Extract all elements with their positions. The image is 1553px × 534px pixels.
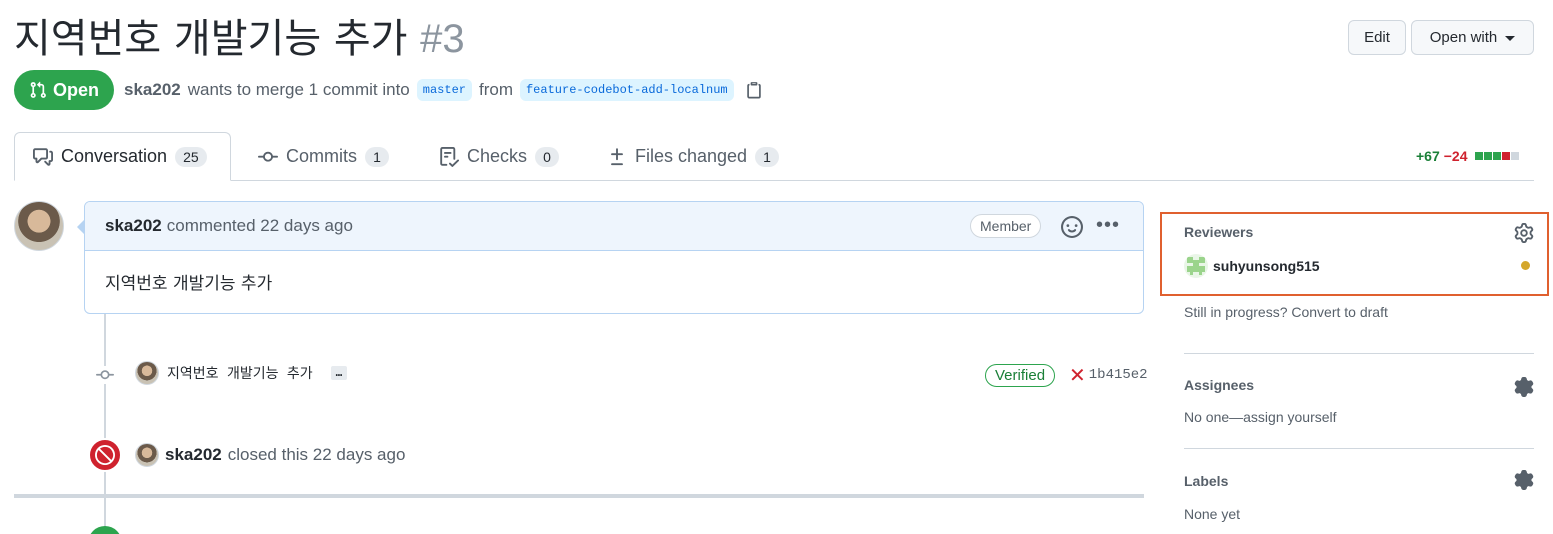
diffstat-block [1474, 152, 1483, 160]
pr-state-label: Open [52, 79, 99, 100]
identicon-icon [1187, 257, 1205, 275]
open-with-label: Open with [1429, 29, 1498, 46]
circle-slash-icon [95, 445, 115, 465]
comment-author[interactable]: ska202 [105, 216, 162, 236]
tab-checks[interactable]: Checks 0 [421, 132, 577, 181]
diffstat-block [1483, 152, 1492, 160]
timeline-divider [14, 494, 1144, 498]
x-icon[interactable]: ✕ [1069, 365, 1086, 385]
smiley-icon[interactable] [1061, 216, 1083, 238]
closed-event-icon [88, 438, 122, 472]
tab-conversation-count: 25 [175, 146, 207, 167]
merge-text: wants to merge 1 commit into [187, 80, 410, 99]
convert-to-draft-link[interactable]: Still in progress? Convert to draft [1184, 304, 1388, 320]
open-with-button[interactable]: Open with [1411, 20, 1534, 55]
tab-commits-count: 1 [365, 146, 389, 167]
tab-checks-count: 0 [535, 146, 560, 167]
closed-author-avatar[interactable] [135, 443, 159, 467]
deletions-count: −24 [1443, 148, 1468, 164]
git-commit-icon [96, 366, 114, 384]
gear-icon[interactable] [1514, 223, 1534, 243]
kebab-menu-icon[interactable]: ••• [1096, 214, 1120, 237]
comment-action: commented 22 days ago [166, 216, 353, 235]
verified-badge[interactable]: Verified [985, 364, 1056, 387]
member-badge: Member [970, 214, 1042, 238]
tab-files-label: Files changed [635, 146, 748, 166]
caret-down-icon [1505, 36, 1516, 41]
labels-value: None yet [1184, 506, 1241, 522]
pr-state-badge: Open [14, 70, 114, 110]
reviewers-heading[interactable]: Reviewers [1184, 224, 1253, 240]
commit-sha-link[interactable]: 1b415e2 [1089, 367, 1148, 383]
comment-discussion-icon [33, 147, 53, 166]
commit-row: 지역번호 개발기능 추가 … [135, 361, 348, 385]
reviewer-name[interactable]: suhyunsong515 [1213, 258, 1320, 274]
tab-checks-label: Checks [467, 146, 528, 166]
tab-files-count: 1 [755, 146, 780, 167]
head-branch[interactable]: feature-codebot-add-localnum [519, 79, 734, 101]
edit-button[interactable]: Edit [1348, 20, 1406, 55]
git-commit-icon [258, 151, 278, 162]
comment-body: 지역번호 개발기능 추가 [105, 274, 273, 294]
comment-header: ska202 commented 22 days ago Member ••• [85, 202, 1143, 251]
commit-expand-button[interactable]: … [330, 366, 348, 380]
assignees-heading[interactable]: Assignees [1184, 377, 1254, 393]
comment-box: ska202 commented 22 days ago Member ••• … [84, 201, 1144, 314]
additions-count: +67 [1416, 148, 1440, 164]
copy-icon[interactable] [745, 81, 763, 99]
pr-number: #3 [420, 17, 465, 61]
reopen-event-icon [88, 526, 122, 534]
closed-event: ska202 closed this 22 days ago [135, 443, 405, 467]
sidebar-divider [1184, 448, 1534, 449]
pr-title: 지역번호 개발기능 추가 #3 [14, 14, 465, 64]
tab-conversation[interactable]: Conversation 25 [14, 132, 231, 181]
review-pending-dot [1521, 261, 1530, 270]
gear-icon[interactable] [1514, 470, 1534, 490]
tab-files-changed[interactable]: Files changed 1 [589, 132, 797, 181]
pr-meta: ska202 wants to merge 1 commit into mast… [124, 77, 763, 103]
assign-yourself-link[interactable]: No one—assign yourself [1184, 409, 1337, 425]
reviewer-item[interactable]: suhyunsong515 [1184, 254, 1320, 278]
reviewer-avatar [1184, 254, 1208, 278]
sidebar-divider [1184, 353, 1534, 354]
pr-author-link[interactable]: ska202 [124, 80, 181, 100]
from-text: from [478, 80, 513, 99]
diffstat: +67 −24 [1416, 148, 1519, 164]
commit-author-avatar[interactable] [135, 361, 159, 385]
base-branch[interactable]: master [416, 79, 472, 101]
labels-heading[interactable]: Labels [1184, 473, 1228, 489]
diff-icon [611, 147, 623, 165]
diffstat-block [1492, 152, 1501, 160]
author-avatar[interactable] [14, 201, 64, 251]
diffstat-block [1501, 152, 1510, 160]
closed-text: closed this 22 days ago [227, 445, 406, 464]
gear-icon[interactable] [1514, 377, 1534, 397]
tab-commits[interactable]: Commits 1 [240, 132, 407, 181]
closed-author[interactable]: ska202 [165, 445, 222, 465]
pr-title-text: 지역번호 개발기능 추가 [14, 16, 408, 62]
diffstat-block [1510, 152, 1519, 160]
edit-button-label: Edit [1364, 29, 1390, 46]
git-pull-request-icon [30, 81, 46, 98]
checklist-icon [440, 146, 459, 167]
tab-commits-label: Commits [286, 146, 357, 166]
diffstat-bar [1474, 152, 1519, 160]
commit-message[interactable]: 지역번호 개발기능 추가 [167, 363, 313, 383]
commit-sha: ✕ 1b415e2 [1069, 365, 1148, 385]
timeline-line [104, 314, 106, 534]
tab-conversation-label: Conversation [61, 146, 168, 166]
